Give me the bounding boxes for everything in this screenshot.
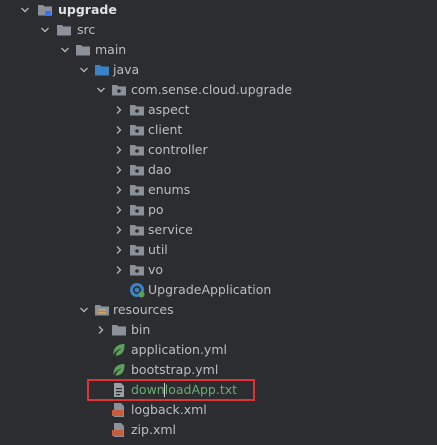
package-icon <box>111 82 127 98</box>
tree-label-service: service <box>148 222 193 237</box>
tree-node-po[interactable]: po <box>0 200 437 220</box>
package-icon <box>129 162 145 178</box>
tree-label-controller: controller <box>148 142 208 157</box>
tree-node-controller[interactable]: controller <box>0 140 437 160</box>
spring-config-file-icon <box>111 362 127 378</box>
package-icon <box>129 122 145 138</box>
tree-label-util: util <box>148 242 168 257</box>
package-icon <box>129 242 145 258</box>
tree-node-bootstrap-yml[interactable]: bootstrap.yml <box>0 360 437 380</box>
tree-label-upgrade-application: UpgradeApplication <box>148 282 272 297</box>
chevron-down-icon[interactable] <box>37 20 53 40</box>
package-icon <box>129 202 145 218</box>
tree-label-main: main <box>95 42 127 57</box>
folder-icon <box>75 42 91 58</box>
package-icon <box>129 182 145 198</box>
chevron-right-icon[interactable] <box>111 180 127 200</box>
tree-label-zip-xml: zip.xml <box>131 422 176 437</box>
tree-label-vo: vo <box>148 262 164 277</box>
resources-folder-icon <box>94 302 110 318</box>
package-icon <box>129 222 145 238</box>
package-icon <box>129 102 145 118</box>
tree-node-bin[interactable]: bin <box>0 320 437 340</box>
chevron-right-icon[interactable] <box>111 120 127 140</box>
tree-label-application-yml: application.yml <box>131 342 227 357</box>
tree-label-enums: enums <box>148 182 191 197</box>
tree-node-service[interactable]: service <box>0 220 437 240</box>
tree-node-package[interactable]: com.sense.cloud.upgrade <box>0 80 437 100</box>
xml-file-icon <box>111 402 127 418</box>
xml-file-icon <box>111 422 127 438</box>
tree-label-project: upgrade <box>58 2 117 17</box>
chevron-right-icon[interactable] <box>111 140 127 160</box>
tree-label-bootstrap-yml: bootstrap.yml <box>131 362 219 377</box>
tree-node-logback-xml[interactable]: logback.xml <box>0 400 437 420</box>
text-cursor <box>164 383 165 397</box>
tree-label-logback-xml: logback.xml <box>131 402 207 417</box>
tree-node-src[interactable]: src <box>0 20 437 40</box>
tree-label-java: java <box>113 62 140 77</box>
tree-label-aspect: aspect <box>148 102 190 117</box>
chevron-down-icon[interactable] <box>57 40 73 60</box>
folder-icon <box>56 22 72 38</box>
tree-node-dao[interactable]: dao <box>0 160 437 180</box>
tree-node-java[interactable]: java <box>0 60 437 80</box>
tree-node-main[interactable]: main <box>0 40 437 60</box>
tree-node-zip-xml[interactable]: zip.xml <box>0 420 437 440</box>
project-tree: upgrade src main java com.sense.cloud.up… <box>0 0 437 445</box>
chevron-down-icon[interactable] <box>76 300 92 320</box>
tree-label-package: com.sense.cloud.upgrade <box>131 82 293 97</box>
tree-node-util[interactable]: util <box>0 240 437 260</box>
chevron-right-icon[interactable] <box>93 320 109 340</box>
tree-node-application-yml[interactable]: application.yml <box>0 340 437 360</box>
tree-label-resources: resources <box>113 302 174 317</box>
tree-label-po: po <box>148 202 164 217</box>
tree-label-src: src <box>77 22 96 37</box>
tree-node-upgrade[interactable]: upgrade <box>0 0 437 20</box>
chevron-right-icon[interactable] <box>111 100 127 120</box>
chevron-right-icon[interactable] <box>111 240 127 260</box>
tree-node-resources[interactable]: resources <box>0 300 437 320</box>
annotation-highlight-box <box>87 379 255 401</box>
chevron-down-icon[interactable] <box>76 60 92 80</box>
tree-label-dao: dao <box>148 162 172 177</box>
tree-node-enums[interactable]: enums <box>0 180 437 200</box>
chevron-right-icon[interactable] <box>111 260 127 280</box>
tree-node-vo[interactable]: vo <box>0 260 437 280</box>
chevron-right-icon[interactable] <box>111 200 127 220</box>
package-icon <box>129 142 145 158</box>
chevron-right-icon[interactable] <box>111 220 127 240</box>
tree-node-client[interactable]: client <box>0 120 437 140</box>
chevron-right-icon[interactable] <box>111 160 127 180</box>
tree-label-bin: bin <box>131 322 151 337</box>
tree-label-client: client <box>148 122 183 137</box>
tree-node-aspect[interactable]: aspect <box>0 100 437 120</box>
chevron-down-icon[interactable] <box>93 80 109 100</box>
source-root-folder-icon <box>94 62 110 78</box>
tree-node-upgrade-application[interactable]: UpgradeApplication <box>0 280 437 300</box>
spring-config-file-icon <box>111 342 127 358</box>
spring-boot-class-icon <box>129 282 145 298</box>
module-folder-icon <box>37 2 53 18</box>
folder-icon <box>111 322 127 338</box>
chevron-down-icon[interactable] <box>17 0 33 20</box>
package-icon <box>129 262 145 278</box>
